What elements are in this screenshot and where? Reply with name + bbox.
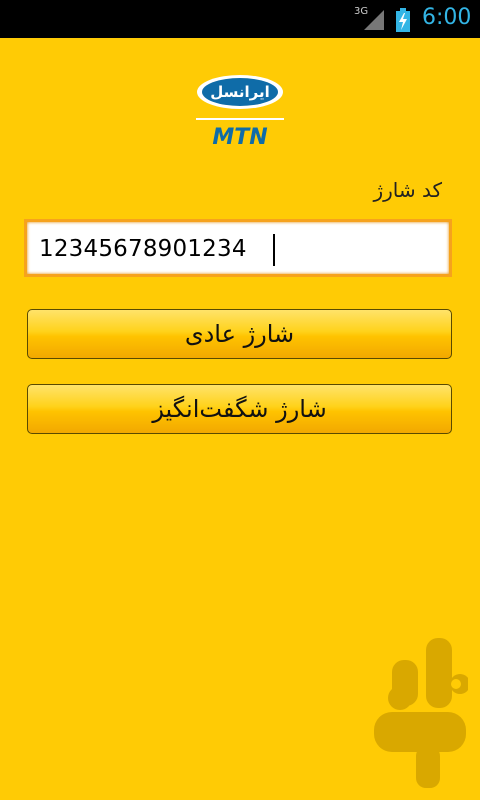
text-caret bbox=[273, 234, 275, 266]
status-bar: 3G 6:00 bbox=[0, 0, 480, 38]
signal-icon bbox=[364, 10, 384, 30]
clock: 6:00 bbox=[422, 5, 472, 30]
battery-charging-icon bbox=[396, 8, 410, 32]
watermark-logo-icon bbox=[374, 638, 468, 788]
logo-persian-text: ایرانسل bbox=[210, 83, 270, 101]
irancell-mtn-logo: ایرانسل MTN bbox=[196, 75, 284, 150]
charge-code-value: 12345678901234 bbox=[39, 236, 247, 262]
logo-mtn-text: MTN bbox=[212, 125, 267, 150]
amazing-charge-button[interactable]: شارژ شگفت‌انگیز bbox=[27, 384, 452, 434]
charge-code-input[interactable]: 12345678901234 bbox=[24, 219, 452, 277]
normal-charge-button[interactable]: شارژ عادی bbox=[27, 309, 452, 359]
charge-code-label: کد شارژ bbox=[373, 178, 442, 202]
